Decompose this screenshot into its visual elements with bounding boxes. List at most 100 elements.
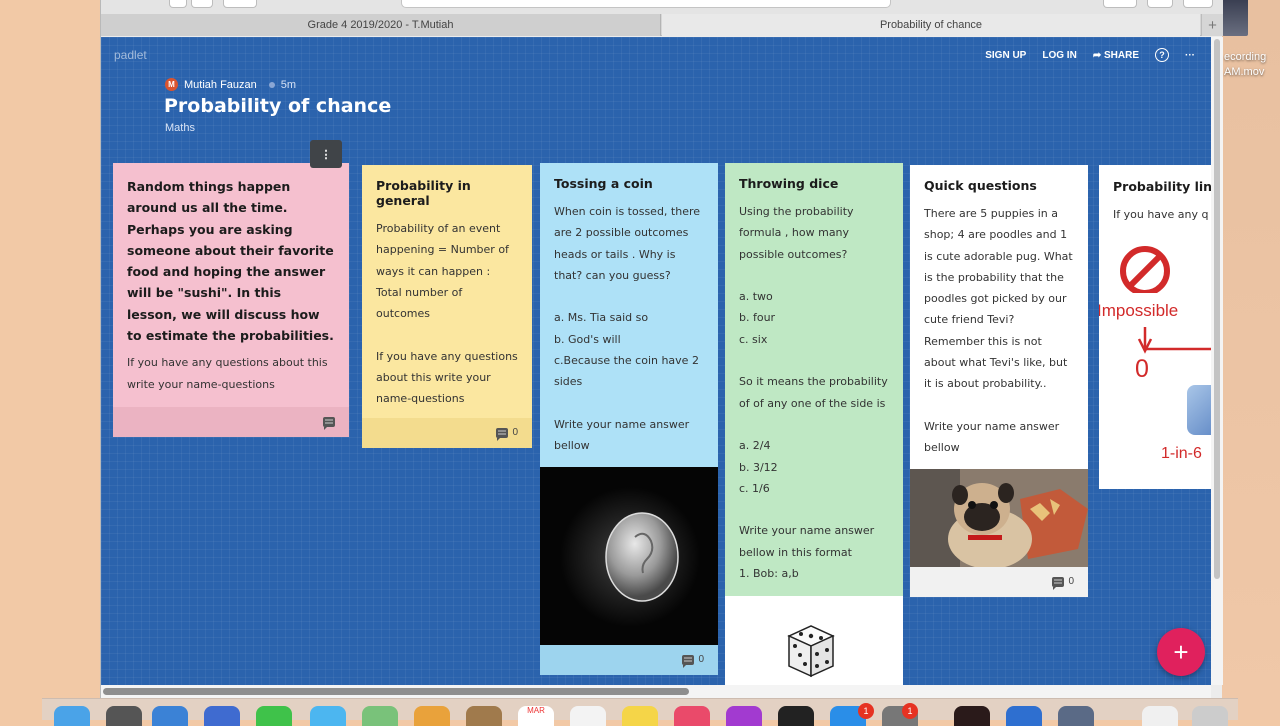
card-title: Probability in general [376,178,471,208]
tab-bar: Grade 4 2019/2020 - T.Mutiah Probability… [101,14,1223,36]
mail-icon[interactable] [204,706,240,726]
card-text: Using the probability formula , how many… [739,205,888,581]
page-title: Probability of chance [164,95,392,117]
notification-badge: 1 [858,703,874,719]
vertical-scroll-thumb[interactable] [1214,39,1220,579]
card-title: Probability line [1113,179,1211,194]
calendar-icon[interactable]: MAR [518,706,554,726]
photos-icon[interactable] [414,706,450,726]
finder-icon[interactable] [54,706,90,726]
vertical-scrollbar[interactable] [1211,37,1223,685]
facetime-icon[interactable] [256,706,292,726]
card-tossing-coin[interactable]: Tossing a coin When coin is tossed, ther… [540,163,718,675]
author-name[interactable]: Mutiah Fauzan [184,79,257,91]
card-intro-note: If you have any questions about this wri… [127,356,328,391]
desktop-file-label-line1: ecording [1224,51,1267,63]
address-bar[interactable] [401,0,891,8]
tabs-overview-button[interactable] [1183,0,1213,8]
share-button[interactable]: ➦ SHARE [1093,50,1139,61]
screen-recorder-icon[interactable] [954,706,990,726]
post-time: 5m [280,78,297,91]
music-icon[interactable] [674,706,710,726]
top-nav: SIGN UP LOG IN ➦ SHARE ? ··· [985,48,1195,62]
forward-button[interactable] [191,0,213,8]
horizontal-scroll-thumb[interactable] [103,688,689,695]
reminders-icon[interactable] [570,706,606,726]
messages-icon[interactable] [310,706,346,726]
card-title: Throwing dice [739,176,839,191]
card-probability-general[interactable]: Probability in general Probability of an… [362,165,532,448]
comment-icon[interactable] [496,427,509,441]
probability-line-image[interactable]: Impossible 0 1-in-6 [1099,243,1211,483]
post-more-button[interactable]: ⋮ [310,140,342,168]
zero-label: 0 [1135,355,1149,383]
card-probability-line[interactable]: Probability line If you have any q Impos… [1099,165,1211,489]
author-row: M Mutiah Fauzan 5m [165,78,296,91]
padlet-logo[interactable]: padlet [114,48,147,62]
card-text: If you have any q [1113,208,1209,221]
share-label: SHARE [1103,49,1139,61]
more-options-icon[interactable]: ··· [1185,50,1195,61]
dice-image[interactable] [725,596,903,685]
trash-icon[interactable] [1192,706,1228,726]
comment-icon[interactable] [682,654,695,668]
card-probability-line-body: Probability line If you have any q Impos… [1099,165,1211,489]
card-quick-questions-body: Quick questions There are 5 puppies in a… [910,165,1088,469]
card-throwing-dice[interactable]: Throwing dice Using the probability form… [725,163,903,685]
comment-count: 0 [512,427,518,439]
padlet-board: padlet SIGN UP LOG IN ➦ SHARE ? ··· M Mu… [101,37,1211,685]
desktop-file-label[interactable]: ecording AM.mov [1224,50,1266,80]
notification-badge: 1 [902,703,918,719]
document-icon[interactable] [1142,706,1178,726]
desktop-file-thumbnail[interactable] [1222,0,1248,36]
pug-image[interactable] [910,468,1088,567]
safari-icon[interactable] [152,706,188,726]
desktop-background [1222,0,1280,720]
horizontal-scrollbar[interactable] [101,685,1211,698]
card-probability-general-body: Probability in general Probability of an… [362,165,532,418]
card-footer: 0 [910,566,1088,597]
card-footer: 0 [362,417,532,448]
card-text: Probability of an event happening = Numb… [376,222,518,406]
separator-dot [268,81,275,88]
card-intro-footer [113,406,349,437]
new-tab-button[interactable]: + [1201,14,1223,36]
one-in-six-label: 1-in-6 [1161,445,1202,462]
card-throwing-dice-body: Throwing dice Using the probability form… [725,163,903,597]
back-button[interactable] [169,0,187,8]
add-post-button[interactable]: + [1157,628,1205,676]
notes-icon[interactable] [622,706,658,726]
tab-grade4[interactable]: Grade 4 2019/2020 - T.Mutiah [101,14,661,36]
share-icon: ➦ [1092,49,1104,61]
impossible-label: Impossible [1099,301,1179,320]
card-title: Quick questions [924,178,1037,193]
contacts-icon[interactable] [466,706,502,726]
desktop-file-label-line2: AM.mov [1224,66,1265,78]
dice-blue-image [1187,385,1211,435]
card-intro[interactable]: Random things happen around us all the t… [113,163,349,437]
comment-icon[interactable] [323,416,335,430]
avatar[interactable]: M [165,78,178,91]
folder-icon[interactable] [1006,706,1042,726]
share-browser-button[interactable] [1147,0,1173,8]
coin-image[interactable] [540,466,718,645]
login-link[interactable]: LOG IN [1042,50,1076,61]
card-footer: 0 [540,644,718,675]
signup-link[interactable]: SIGN UP [985,50,1026,61]
podcasts-icon[interactable] [726,706,762,726]
tab-probability[interactable]: Probability of chance [662,14,1200,36]
launchpad-icon[interactable] [106,706,142,726]
comment-count: 0 [698,654,704,666]
comment-icon[interactable] [1052,576,1065,590]
card-tossing-coin-body: Tossing a coin When coin is tossed, ther… [540,163,718,467]
card-text: When coin is tossed, there are 2 possibl… [554,205,701,453]
page-subtitle: Maths [165,122,195,134]
tv-icon[interactable] [778,706,814,726]
extension-button[interactable] [1103,0,1137,8]
sidebar-button[interactable] [223,0,257,8]
card-quick-questions[interactable]: Quick questions There are 5 puppies in a… [910,165,1088,597]
dock: MAR [42,698,1238,726]
downloads-icon[interactable] [1058,706,1094,726]
maps-icon[interactable] [362,706,398,726]
help-icon[interactable]: ? [1155,48,1169,62]
